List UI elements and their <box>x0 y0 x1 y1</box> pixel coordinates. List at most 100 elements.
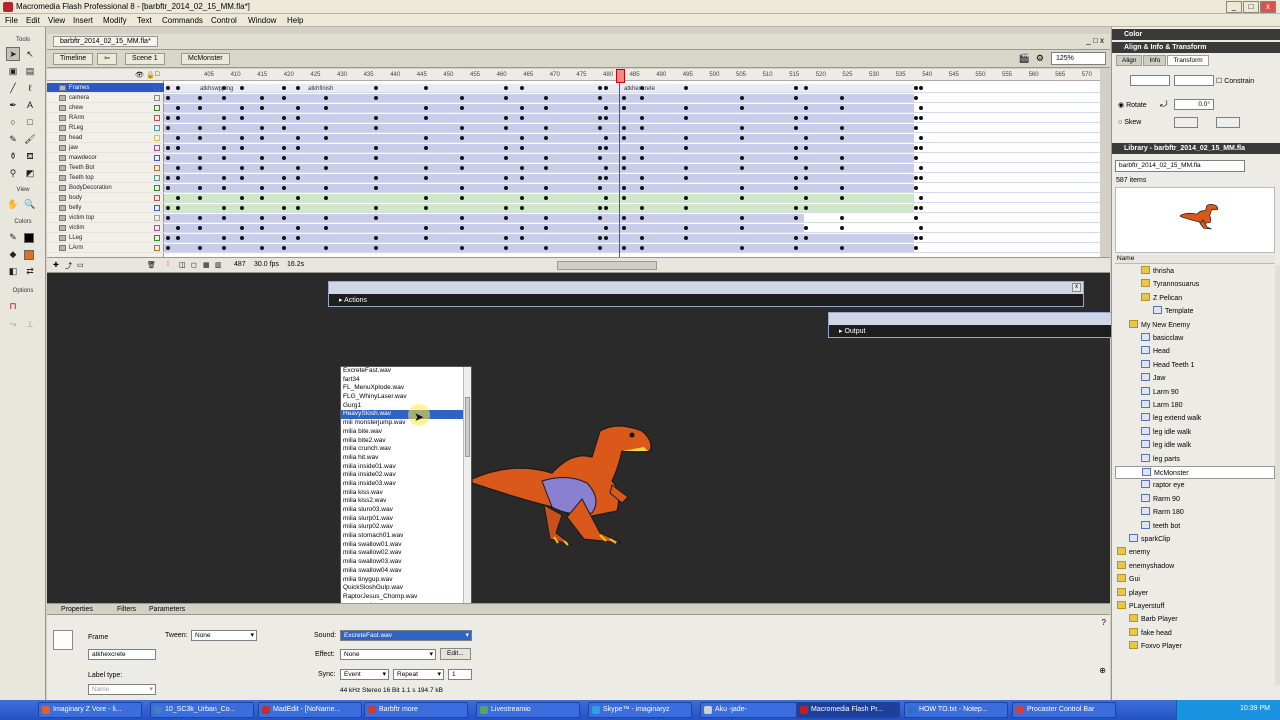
keyframe[interactable] <box>640 146 644 150</box>
keyframe[interactable] <box>684 236 688 240</box>
hand-tool-icon[interactable]: ✋ <box>6 197 20 211</box>
keyframe[interactable] <box>622 216 626 220</box>
sound-option[interactable]: milia hit.wav <box>341 454 471 463</box>
keyframe[interactable] <box>260 96 264 100</box>
layer-outline-color-icon[interactable] <box>154 155 160 161</box>
keyframe[interactable] <box>914 116 918 120</box>
keyframe[interactable] <box>260 186 264 190</box>
keyframe[interactable] <box>374 216 378 220</box>
playhead[interactable] <box>616 69 625 257</box>
keyframe[interactable] <box>222 236 226 240</box>
keyframe[interactable] <box>240 226 244 230</box>
snap-magnet-icon[interactable]: ⊓ <box>6 299 20 313</box>
keyframe[interactable] <box>282 156 286 160</box>
keyframe[interactable] <box>604 86 608 90</box>
keyframe[interactable] <box>622 126 626 130</box>
swap-colors-icon[interactable]: ⇄ <box>23 264 37 278</box>
keyframe[interactable] <box>324 126 328 130</box>
keyframe[interactable] <box>198 96 202 100</box>
keyframe[interactable] <box>840 126 844 130</box>
layer-outline-color-icon[interactable] <box>154 215 160 221</box>
library-item[interactable]: player <box>1115 587 1275 600</box>
keyframe[interactable] <box>604 226 608 230</box>
layer-row[interactable]: victim top <box>47 213 164 223</box>
keyframe[interactable] <box>544 226 548 230</box>
keyframe[interactable] <box>520 116 524 120</box>
frame-row[interactable] <box>164 193 1100 203</box>
keyframe[interactable] <box>544 136 548 140</box>
layer-outline-color-icon[interactable] <box>154 205 160 211</box>
keyframe[interactable] <box>198 196 202 200</box>
layer-row[interactable]: Teeth Bot <box>47 163 164 173</box>
keyframe[interactable] <box>176 136 180 140</box>
free-transform-icon[interactable]: ▣ <box>6 64 20 78</box>
keyframe[interactable] <box>622 106 626 110</box>
keyframe[interactable] <box>840 246 844 250</box>
keyframe[interactable] <box>240 196 244 200</box>
keyframe[interactable] <box>504 116 508 120</box>
frame-row[interactable] <box>164 113 1100 123</box>
onion-outline-icon[interactable]: ◻ <box>191 261 197 269</box>
keyframe[interactable] <box>324 216 328 220</box>
keyframe[interactable] <box>260 216 264 220</box>
keyframe[interactable] <box>919 116 923 120</box>
keyframe[interactable] <box>604 116 608 120</box>
keyframe[interactable] <box>740 216 744 220</box>
keyframe[interactable] <box>424 136 428 140</box>
onion-markers-icon[interactable]: ▥ <box>215 261 222 269</box>
line-tool-icon[interactable]: ╱ <box>6 81 20 95</box>
keyframe[interactable] <box>424 236 428 240</box>
keyframe[interactable] <box>296 226 300 230</box>
keyframe[interactable] <box>282 176 286 180</box>
keyframe[interactable] <box>504 156 508 160</box>
frame-row[interactable] <box>164 243 1100 253</box>
keyframe[interactable] <box>504 86 508 90</box>
layer-row[interactable]: jaw <box>47 143 164 153</box>
keyframe[interactable] <box>166 246 170 250</box>
keyframe[interactable] <box>840 196 844 200</box>
layer-outline-color-icon[interactable] <box>154 105 160 111</box>
keyframe[interactable] <box>740 226 744 230</box>
keyframe[interactable] <box>260 106 264 110</box>
keyframe[interactable] <box>919 206 923 210</box>
keyframe[interactable] <box>374 126 378 130</box>
edit-scene-icon[interactable]: 🎬 <box>1019 53 1030 64</box>
color-panel-header[interactable]: Color <box>1112 29 1280 40</box>
layer-outline-color-icon[interactable] <box>154 145 160 151</box>
keyframe[interactable] <box>282 236 286 240</box>
keyframe[interactable] <box>166 186 170 190</box>
library-scrollbar[interactable] <box>1275 265 1280 685</box>
sound-option[interactable]: milia inside02.wav <box>341 471 471 480</box>
keyframe[interactable] <box>794 206 798 210</box>
keyframe[interactable] <box>222 126 226 130</box>
library-item[interactable]: leg idle walk <box>1115 439 1275 452</box>
keyframe[interactable] <box>176 86 180 90</box>
menu-modify[interactable]: Modify <box>103 16 127 25</box>
keyframe[interactable] <box>198 156 202 160</box>
keyframe[interactable] <box>198 186 202 190</box>
keyframe[interactable] <box>198 246 202 250</box>
straighten-icon[interactable]: ⟂ <box>23 317 37 331</box>
keyframe[interactable] <box>260 126 264 130</box>
layer-outline-color-icon[interactable] <box>154 165 160 171</box>
keyframe[interactable] <box>296 196 300 200</box>
keyframe[interactable] <box>622 226 626 230</box>
menu-text[interactable]: Text <box>137 16 152 25</box>
keyframe[interactable] <box>640 156 644 160</box>
keyframe[interactable] <box>520 136 524 140</box>
taskbar-button[interactable]: HOW TO.txt - Notep... <box>904 702 1008 718</box>
library-item[interactable]: thrisha <box>1115 265 1275 278</box>
layer-outline-color-icon[interactable] <box>154 95 160 101</box>
keyframe[interactable] <box>840 166 844 170</box>
library-panel-header[interactable]: Library - barbftr_2014_02_15_MM.fla <box>1112 143 1280 154</box>
constrain-checkbox[interactable]: ☐ Constrain <box>1216 77 1254 85</box>
keyframe[interactable] <box>804 226 808 230</box>
sound-option[interactable]: milia inside01.wav <box>341 463 471 472</box>
keyframe[interactable] <box>640 186 644 190</box>
sound-option[interactable]: RaptorJesus_Chomp.wav <box>341 593 471 602</box>
layer-outline-color-icon[interactable] <box>154 175 160 181</box>
keyframe[interactable] <box>604 166 608 170</box>
frame-row[interactable] <box>164 213 1100 223</box>
keyframe[interactable] <box>598 176 602 180</box>
keyframe[interactable] <box>919 86 923 90</box>
